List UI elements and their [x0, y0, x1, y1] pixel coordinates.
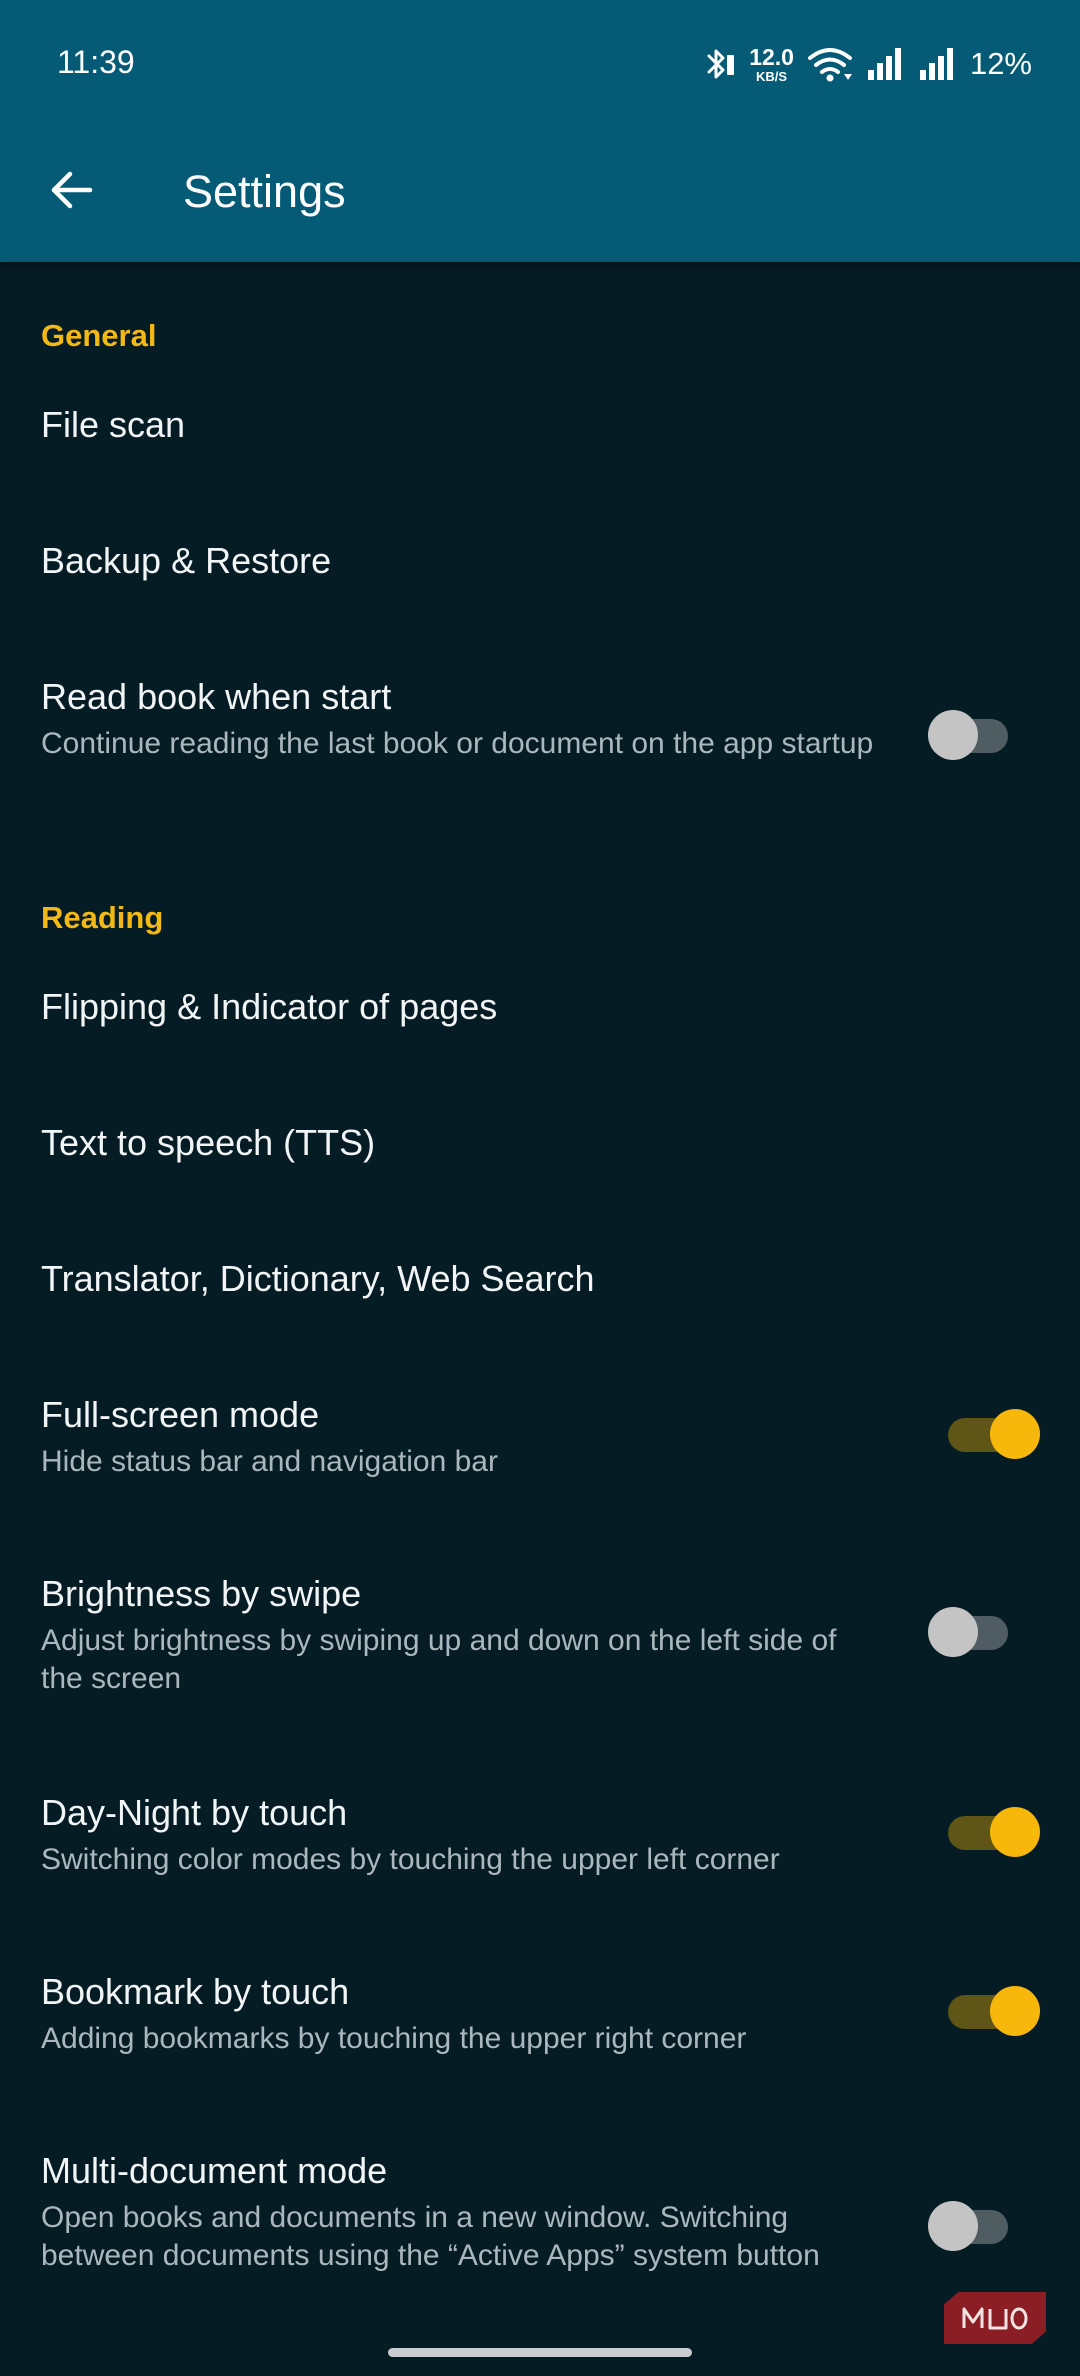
- bluetooth-icon: [703, 46, 737, 82]
- app-bar: 11:39 12.0 KB/S 12% Settings: [0, 0, 1080, 262]
- toggle-thumb: [990, 1409, 1040, 1459]
- setting-flipping-indicator[interactable]: Flipping & Indicator of pages: [41, 986, 497, 1028]
- cell-signal-icon: [866, 46, 906, 82]
- cell-signal-icon: [918, 46, 958, 82]
- read-book-when-start-toggle[interactable]: [928, 710, 1018, 760]
- net-speed-unit: KB/S: [756, 68, 788, 84]
- toggle-thumb: [928, 2201, 978, 2251]
- section-header-general: General: [41, 318, 157, 353]
- setting-full-screen-mode-description: Hide status bar and navigation bar: [41, 1445, 498, 1478]
- setting-read-book-when-start[interactable]: Read book when start: [41, 676, 391, 718]
- net-speed-value: 12.0: [749, 43, 794, 70]
- setting-read-book-when-start-description: Continue reading the last book or docume…: [41, 727, 874, 760]
- setting-bookmark-by-touch-description: Adding bookmarks by touching the upper r…: [41, 2022, 747, 2055]
- day-night-by-touch-toggle[interactable]: [934, 1807, 1040, 1857]
- wifi-icon: [806, 46, 854, 82]
- multi-document-mode-toggle[interactable]: [928, 2201, 1018, 2251]
- arrow-left-icon: [50, 170, 94, 215]
- setting-brightness-by-swipe-description: Adjust brightness by swiping up and down…: [41, 1624, 837, 1695]
- muo-watermark-logo: [944, 2292, 1046, 2344]
- setting-text-to-speech[interactable]: Text to speech (TTS): [41, 1122, 375, 1164]
- toggle-thumb: [990, 1807, 1040, 1857]
- setting-file-scan[interactable]: File scan: [41, 404, 185, 446]
- setting-full-screen-mode[interactable]: Full-screen mode: [41, 1394, 319, 1436]
- setting-bookmark-by-touch[interactable]: Bookmark by touch: [41, 1971, 349, 2013]
- full-screen-mode-toggle[interactable]: [934, 1409, 1040, 1459]
- toggle-thumb: [928, 1607, 978, 1657]
- home-indicator[interactable]: [388, 2348, 692, 2357]
- toggle-thumb: [990, 1986, 1040, 2036]
- bookmark-by-touch-toggle[interactable]: [934, 1986, 1040, 2036]
- section-header-reading: Reading: [41, 900, 164, 935]
- status-icons: 12.0 KB/S 12%: [703, 40, 1032, 88]
- back-button[interactable]: [30, 156, 114, 228]
- setting-backup-restore[interactable]: Backup & Restore: [41, 540, 331, 582]
- setting-multi-document-mode[interactable]: Multi-document mode: [41, 2150, 387, 2192]
- setting-brightness-by-swipe[interactable]: Brightness by swipe: [41, 1573, 361, 1615]
- toggle-thumb: [928, 710, 978, 760]
- setting-translator-dictionary[interactable]: Translator, Dictionary, Web Search: [41, 1258, 595, 1300]
- brightness-by-swipe-toggle[interactable]: [928, 1607, 1018, 1657]
- net-speed-indicator: 12.0 KB/S: [749, 43, 794, 84]
- battery-percentage: 12%: [969, 46, 1032, 81]
- setting-multi-document-mode-description: Open books and documents in a new window…: [41, 2201, 820, 2272]
- setting-day-night-by-touch[interactable]: Day-Night by touch: [41, 1792, 347, 1834]
- setting-day-night-by-touch-description: Switching color modes by touching the up…: [41, 1843, 780, 1876]
- status-time: 11:39: [57, 44, 135, 80]
- page-title: Settings: [183, 166, 346, 217]
